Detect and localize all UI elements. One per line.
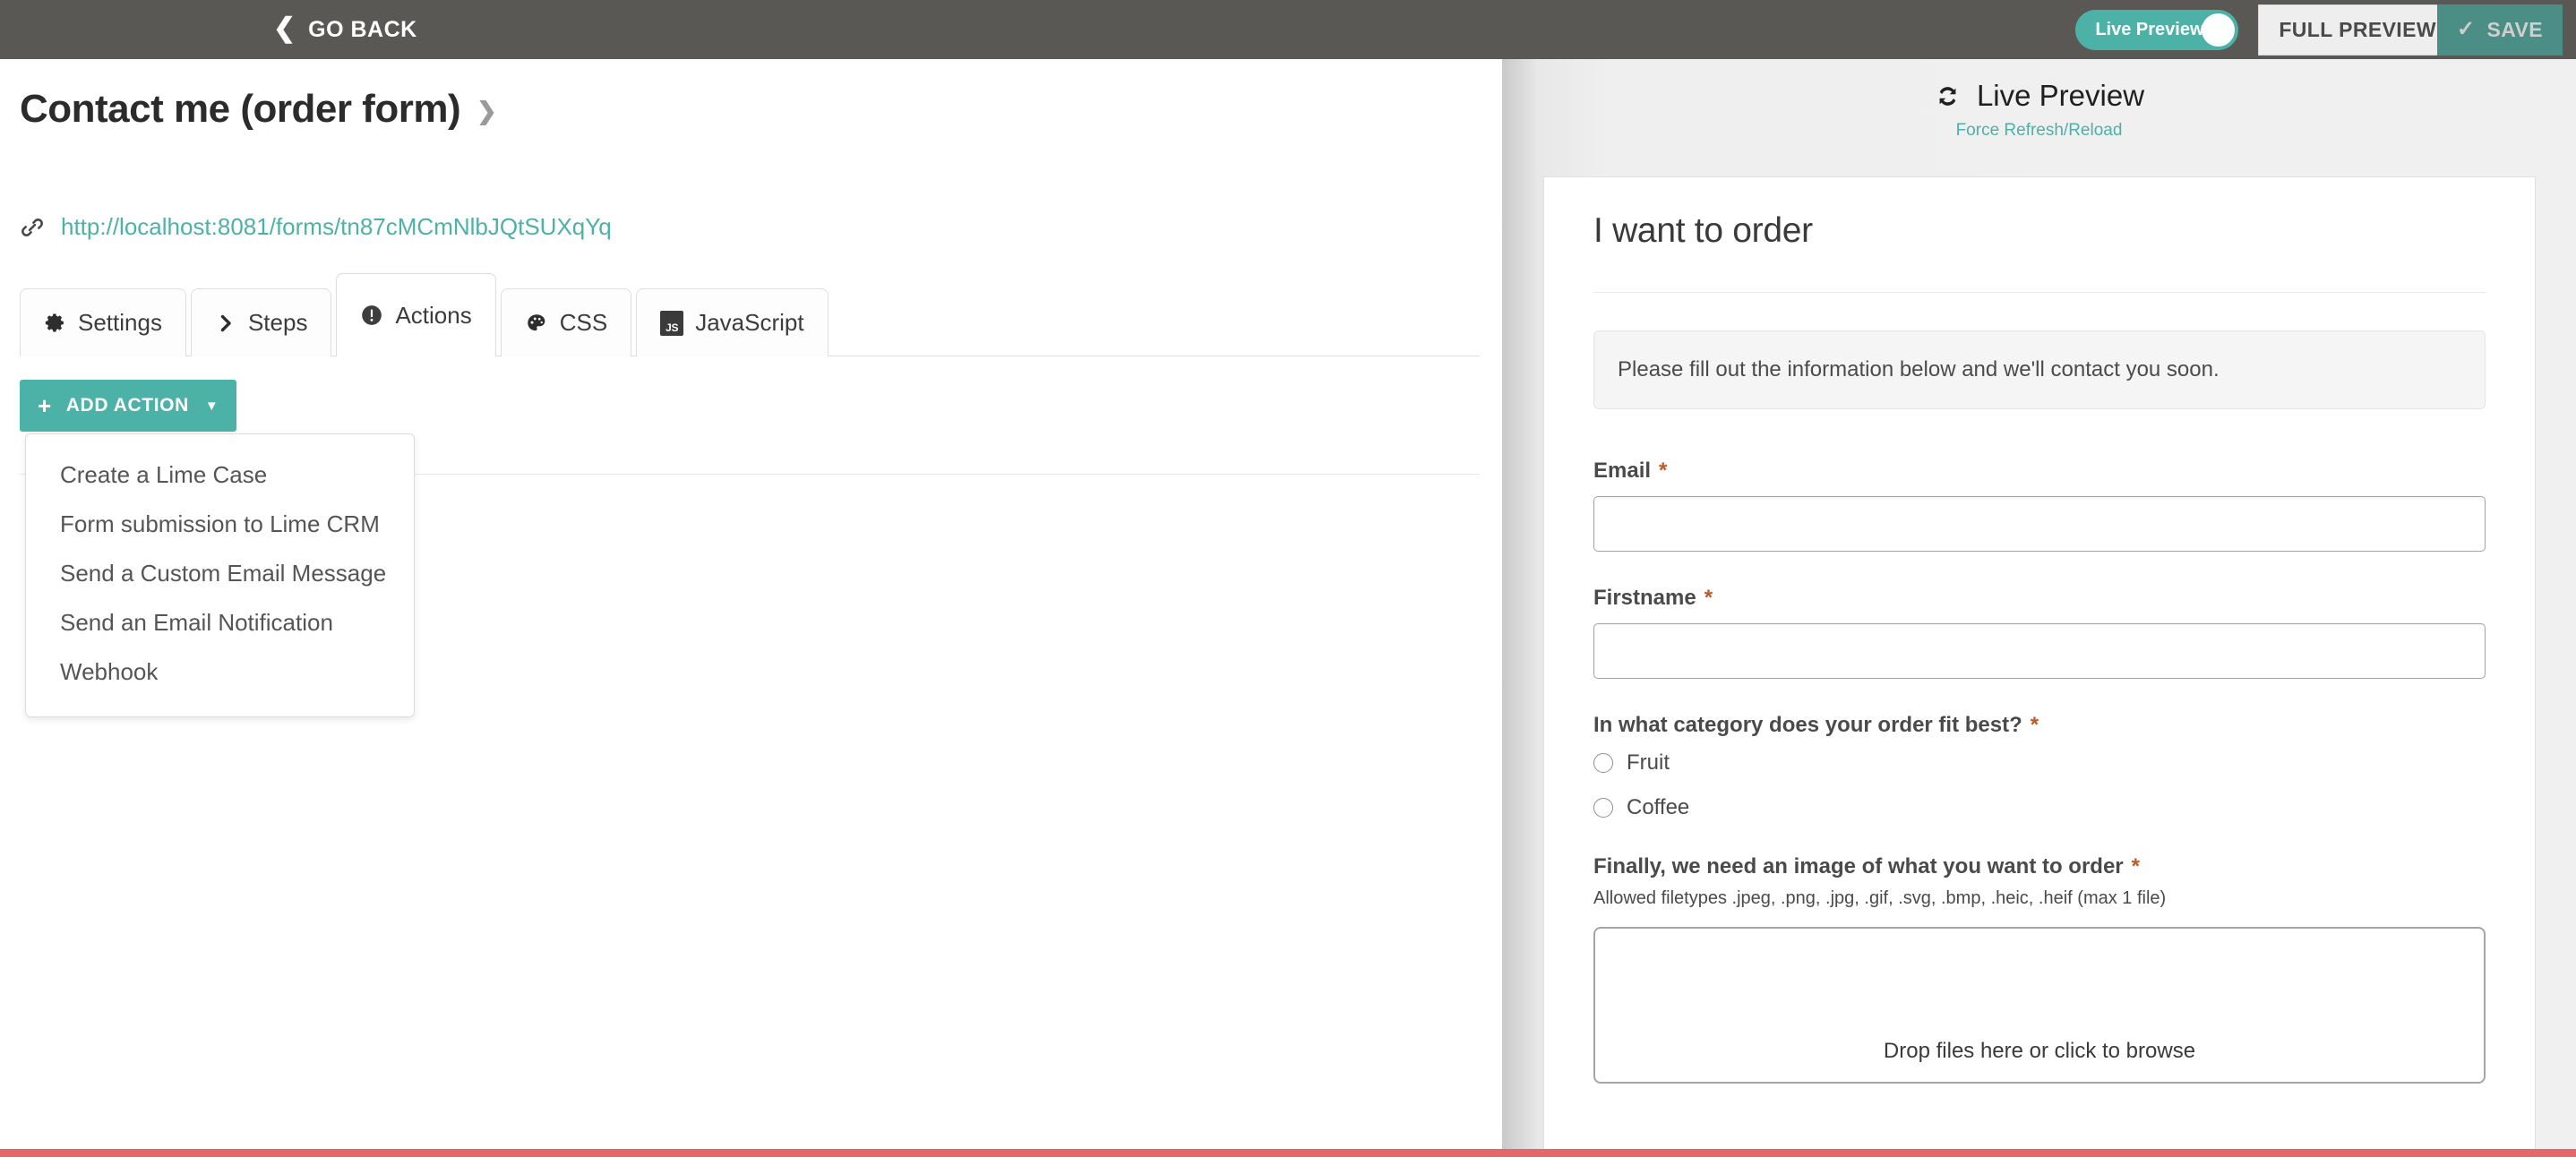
field-category-label-text: In what category does your order fit bes… xyxy=(1593,713,2022,737)
radio-option-coffee-label: Coffee xyxy=(1627,795,1690,819)
tab-settings-label: Settings xyxy=(78,309,162,336)
chevron-right-icon[interactable]: ❯ xyxy=(477,98,497,125)
field-email-label-text: Email xyxy=(1593,459,1652,483)
file-dropzone-label: Drop files here or click to browse xyxy=(1883,1039,2196,1063)
live-preview-panel: Live Preview Force Refresh/Reload I want… xyxy=(1502,59,2576,1157)
full-preview-label: FULL PREVIEW xyxy=(2279,17,2436,41)
tab-css[interactable]: CSS xyxy=(500,288,632,356)
form-divider xyxy=(1593,292,2486,293)
editor-tabs: Settings Steps Actions CSS JS JavaScript xyxy=(20,273,1480,356)
field-firstname-label-text: Firstname xyxy=(1593,586,1696,610)
allowed-filetypes-help: Allowed filetypes .jpeg, .png, .jpg, .gi… xyxy=(1593,888,2167,908)
save-label: SAVE xyxy=(2486,17,2543,41)
top-toolbar: ❮ GO BACK Live Preview FULL PREVIEW ✓ SA… xyxy=(0,0,2576,59)
menu-item-form-submission-lime-crm[interactable]: Form submission to Lime CRM xyxy=(26,500,414,549)
firstname-input[interactable] xyxy=(1593,623,2486,679)
toggle-knob xyxy=(2202,13,2236,47)
live-preview-header: Live Preview Force Refresh/Reload xyxy=(1502,79,2576,141)
field-email-label: Email * xyxy=(1593,459,2486,484)
force-refresh-link[interactable]: Force Refresh/Reload xyxy=(1956,121,2123,141)
category-radio-group: Fruit Coffee xyxy=(1593,750,2486,820)
required-marker: * xyxy=(1704,586,1713,610)
bottom-status-bar xyxy=(0,1149,2576,1157)
live-preview-toggle[interactable]: Live Preview xyxy=(2075,9,2239,50)
editor-scrollbar[interactable] xyxy=(1487,118,1502,1157)
field-image-upload: Finally, we need an image of what you wa… xyxy=(1593,854,2486,1084)
field-firstname-label: Firstname * xyxy=(1593,586,2486,611)
exclamation-circle-icon xyxy=(360,304,383,327)
menu-item-webhook[interactable]: Webhook xyxy=(26,647,414,697)
tab-javascript[interactable]: JS JavaScript xyxy=(636,288,829,356)
go-back-button[interactable]: ❮ GO BACK xyxy=(273,0,417,59)
live-preview-toggle-label: Live Preview xyxy=(2095,19,2204,39)
refresh-icon xyxy=(1934,82,1962,110)
menu-item-send-email-notification[interactable]: Send an Email Notification xyxy=(26,598,414,647)
radio-option-coffee[interactable]: Coffee xyxy=(1593,795,2486,820)
js-icon: JS xyxy=(660,310,684,336)
menu-item-send-custom-email-message[interactable]: Send a Custom Email Message xyxy=(26,549,414,598)
radio-option-fruit[interactable]: Fruit xyxy=(1593,750,2486,776)
live-preview-title-row: Live Preview xyxy=(1934,79,2144,113)
radio-circle-icon xyxy=(1593,798,1613,818)
plus-icon: + xyxy=(38,392,52,419)
radio-circle-icon xyxy=(1593,753,1613,773)
preview-form-card: I want to order Please fill out the info… xyxy=(1543,176,2536,1157)
field-category: In what category does your order fit bes… xyxy=(1593,713,2486,820)
top-toolbar-actions: Live Preview FULL PREVIEW ✓ SAVE xyxy=(2075,0,2563,59)
caret-down-icon: ▼ xyxy=(204,398,219,414)
full-preview-button[interactable]: FULL PREVIEW xyxy=(2258,4,2457,56)
add-action-button[interactable]: + ADD ACTION ▼ xyxy=(20,380,237,432)
tab-steps-label: Steps xyxy=(247,309,308,336)
field-image-upload-label-text: Finally, we need an image of what you wa… xyxy=(1593,854,2124,878)
tab-steps[interactable]: Steps xyxy=(190,288,332,356)
field-image-upload-label: Finally, we need an image of what you wa… xyxy=(1593,854,2486,879)
form-url-link[interactable]: http://localhost:8081/forms/tn87cMCmNlbJ… xyxy=(61,213,612,241)
tab-javascript-label: JavaScript xyxy=(695,309,804,336)
form-info-box: Please fill out the information below an… xyxy=(1593,330,2486,409)
radio-option-fruit-label: Fruit xyxy=(1627,750,1670,775)
preview-scrollbar[interactable] xyxy=(2561,118,2576,1157)
palette-icon xyxy=(525,312,548,335)
email-input[interactable] xyxy=(1593,496,2486,552)
gear-icon xyxy=(44,312,66,334)
menu-item-create-lime-case[interactable]: Create a Lime Case xyxy=(26,450,414,500)
tab-actions[interactable]: Actions xyxy=(336,273,496,356)
add-action-dropdown-menu: Create a Lime Case Form submission to Li… xyxy=(25,433,415,717)
add-action-label: ADD ACTION xyxy=(65,395,189,416)
go-back-label: GO BACK xyxy=(308,16,417,42)
tab-css-label: CSS xyxy=(559,309,608,336)
tab-settings[interactable]: Settings xyxy=(20,288,186,356)
chevron-left-icon: ❮ xyxy=(273,13,296,43)
form-url-row: http://localhost:8081/forms/tn87cMCmNlbJ… xyxy=(20,213,612,241)
link-icon xyxy=(20,215,45,240)
field-category-label: In what category does your order fit bes… xyxy=(1593,713,2486,738)
file-dropzone[interactable]: Drop files here or click to browse xyxy=(1593,927,2486,1084)
field-firstname: Firstname * xyxy=(1593,586,2486,679)
required-marker: * xyxy=(1659,459,1668,483)
chevron-right-icon xyxy=(215,313,236,334)
page-title-row: Contact me (order form) ❯ xyxy=(20,87,497,132)
check-icon: ✓ xyxy=(2456,17,2476,41)
page-title: Contact me (order form) xyxy=(20,87,461,131)
form-editor-panel: Contact me (order form) ❯ http://localho… xyxy=(0,59,1502,1157)
required-marker: * xyxy=(2131,854,2140,878)
tab-actions-label: Actions xyxy=(395,301,472,329)
form-heading: I want to order xyxy=(1593,211,1813,250)
required-marker: * xyxy=(2030,713,2039,737)
save-button[interactable]: ✓ SAVE xyxy=(2436,4,2563,56)
live-preview-title: Live Preview xyxy=(1976,79,2145,112)
field-email: Email * xyxy=(1593,459,2486,552)
